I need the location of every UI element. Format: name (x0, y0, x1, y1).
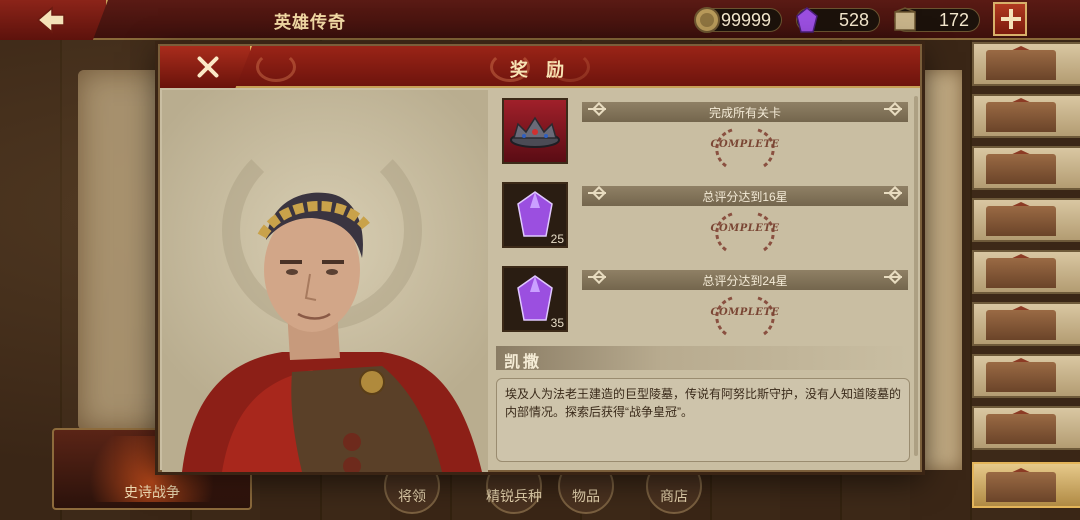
reward-condition: 完成所有关卡 (708, 106, 781, 120)
back-button[interactable] (0, 0, 108, 40)
hero-description-box: 埃及人为法老王建造的巨型陵墓，传说有阿努比斯守护，没有人知道陵墓的内部情况。探索… (496, 378, 910, 462)
reward-condition-bar: 总评分达到24星 (582, 270, 908, 290)
reward-dialog: 奖 励 完成所有关卡 COMPLETE 25 总评分达到16星 COMPLETE… (158, 44, 922, 472)
war-crown-icon (510, 116, 560, 148)
reward-count: 35 (550, 316, 564, 330)
reward-count: 25 (550, 232, 564, 246)
top-bar: 英雄传奇 99999 528 172 (0, 0, 1080, 40)
scrollbar[interactable] (914, 96, 918, 456)
reward-condition-bar: 完成所有关卡 (582, 102, 908, 122)
building-6[interactable] (972, 302, 1080, 346)
building-8[interactable] (972, 406, 1080, 450)
gem-reward-item[interactable]: 25 (502, 182, 568, 248)
medal-icon (894, 7, 916, 31)
tab-items[interactable]: 物品 (546, 458, 626, 516)
page-title: 英雄传奇 (274, 13, 346, 33)
reward-condition: 总评分达到16星 (702, 190, 788, 204)
background-scroll (918, 70, 962, 470)
crown-reward-item[interactable] (502, 98, 568, 164)
tab-shop[interactable]: 商店 (634, 458, 714, 516)
purple-gem-icon (796, 7, 818, 33)
hero-name: 凯撒 (504, 352, 543, 371)
reward-row: 35 总评分达到24星 COMPLETE (496, 266, 908, 342)
back-arrow-icon (36, 6, 65, 34)
caesar-portrait (182, 192, 482, 472)
dialog-header: 奖 励 (160, 46, 920, 88)
gem-reward-item[interactable]: 35 (502, 266, 568, 332)
coin-icon (694, 7, 720, 33)
medal-value: 172 (938, 10, 969, 30)
medal-counter: 172 (894, 7, 980, 32)
hero-description: 埃及人为法老王建造的巨型陵墓，传说有阿努比斯守护，没有人知道陵墓的内部情况。探索… (505, 387, 902, 419)
coin-counter: 99999 (694, 7, 782, 33)
building-4[interactable] (972, 198, 1080, 242)
building-7[interactable] (972, 354, 1080, 398)
reward-row: 完成所有关卡 COMPLETE (496, 98, 908, 174)
coin-value: 99999 (720, 10, 771, 30)
reward-condition: 总评分达到24星 (702, 274, 788, 288)
hero-name-bar: 凯撒 (496, 346, 910, 371)
building-5[interactable] (972, 250, 1080, 294)
tab-generals[interactable]: 将领 (372, 458, 452, 516)
complete-stamp: COMPLETE (702, 210, 788, 256)
tab-elite-units[interactable]: 精锐兵种 (474, 458, 554, 516)
hero-portrait-panel (162, 90, 488, 472)
building-1[interactable] (972, 42, 1080, 86)
gem-counter: 528 (796, 7, 880, 33)
building-2[interactable] (972, 94, 1080, 138)
dialog-title: 奖 励 (509, 60, 571, 81)
building-pyramids[interactable] (972, 462, 1080, 508)
gem-value: 528 (838, 10, 869, 30)
add-resource-button[interactable] (993, 2, 1027, 36)
building-3[interactable] (972, 146, 1080, 190)
epic-war-label: 史诗战争 (124, 485, 180, 501)
reward-row: 25 总评分达到16星 COMPLETE (496, 182, 908, 258)
complete-stamp: COMPLETE (702, 294, 788, 340)
reward-condition-bar: 总评分达到16星 (582, 186, 908, 206)
laurel-ornament-right (550, 52, 590, 82)
complete-stamp: COMPLETE (702, 126, 788, 172)
